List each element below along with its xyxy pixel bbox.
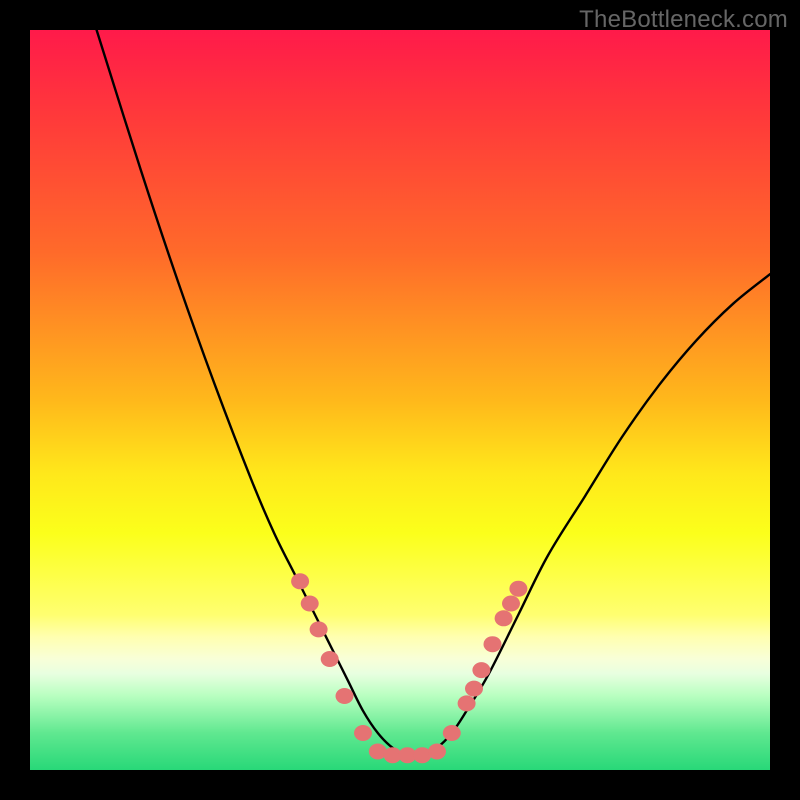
curve-marker: [428, 744, 446, 760]
curve-marker: [310, 621, 328, 637]
bottleneck-curve-svg: [30, 30, 770, 770]
curve-marker: [321, 651, 339, 667]
curve-marker: [336, 688, 354, 704]
curve-marker: [291, 573, 309, 589]
bottleneck-curve-path: [97, 30, 770, 756]
curve-marker: [354, 725, 372, 741]
curve-marker: [472, 662, 490, 678]
curve-marker: [509, 581, 527, 597]
curve-marker: [465, 681, 483, 697]
chart-frame: TheBottleneck.com: [0, 0, 800, 800]
curve-marker: [443, 725, 461, 741]
curve-marker: [301, 596, 319, 612]
curve-marker: [458, 695, 476, 711]
plot-area: [30, 30, 770, 770]
curve-marker: [484, 636, 502, 652]
curve-marker: [502, 596, 520, 612]
watermark-text: TheBottleneck.com: [579, 6, 788, 34]
curve-marker: [495, 610, 513, 626]
